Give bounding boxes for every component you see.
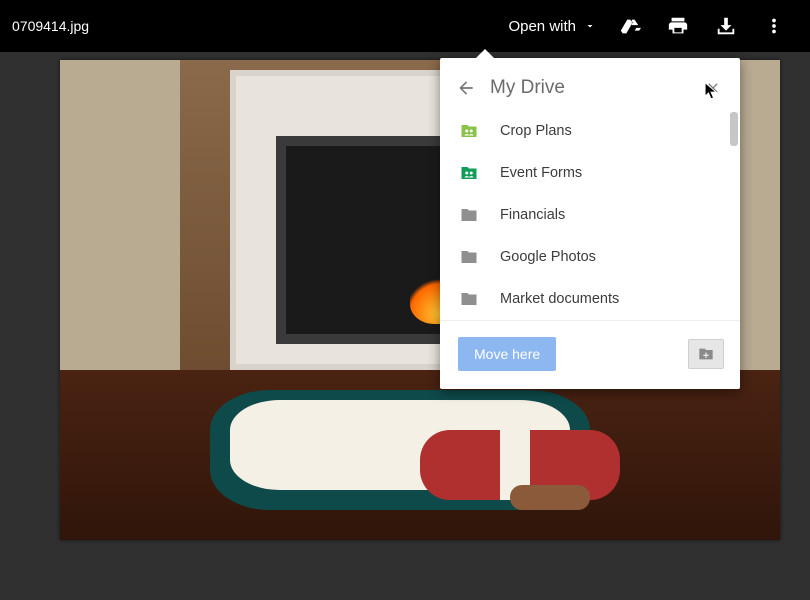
folder-label: Market documents bbox=[500, 291, 619, 307]
folder-row[interactable]: Crop Plans bbox=[440, 110, 730, 152]
more-actions-button[interactable] bbox=[750, 2, 798, 50]
move-here-button[interactable]: Move here bbox=[458, 337, 556, 371]
scrollbar-thumb[interactable] bbox=[730, 112, 738, 146]
new-folder-button[interactable] bbox=[688, 339, 724, 369]
back-button[interactable] bbox=[454, 76, 478, 100]
folder-icon bbox=[458, 206, 480, 224]
filename-label: 0709414.jpg bbox=[12, 18, 89, 34]
download-icon bbox=[715, 15, 737, 37]
more-vert-icon bbox=[763, 15, 785, 37]
open-with-label: Open with bbox=[508, 18, 576, 35]
folder-row[interactable]: Event Forms bbox=[440, 152, 730, 194]
folder-label: Google Photos bbox=[500, 249, 596, 265]
folder-label: Financials bbox=[500, 207, 565, 223]
popover-header: My Drive bbox=[440, 58, 740, 110]
arrow-left-icon bbox=[456, 78, 476, 98]
new-folder-icon bbox=[696, 346, 716, 362]
preview-topbar: 0709414.jpg Open with bbox=[0, 0, 810, 52]
chevron-down-icon bbox=[584, 20, 596, 32]
close-button[interactable] bbox=[702, 77, 724, 99]
wall-left bbox=[60, 60, 180, 380]
download-button[interactable] bbox=[702, 2, 750, 50]
add-to-drive-button[interactable] bbox=[606, 2, 654, 50]
folder-icon bbox=[458, 290, 480, 308]
move-to-popover: My Drive Crop Plans Event Forms Financials… bbox=[440, 58, 740, 389]
folder-row[interactable]: Google Photos bbox=[440, 236, 730, 278]
shared-folder-icon bbox=[458, 122, 480, 140]
folder-row[interactable]: Market documents bbox=[440, 278, 730, 320]
folder-label: Event Forms bbox=[500, 165, 582, 181]
popover-title: My Drive bbox=[490, 77, 702, 99]
folder-icon bbox=[458, 248, 480, 266]
folder-row[interactable]: Financials bbox=[440, 194, 730, 236]
folder-list[interactable]: Crop Plans Event Forms Financials Google Ph… bbox=[440, 110, 740, 320]
open-with-dropdown[interactable]: Open with bbox=[498, 10, 606, 43]
folder-label: Crop Plans bbox=[500, 123, 572, 139]
print-button[interactable] bbox=[654, 2, 702, 50]
add-to-drive-icon bbox=[619, 15, 641, 37]
popover-footer: Move here bbox=[440, 320, 740, 389]
dog-leg bbox=[510, 485, 590, 510]
close-icon bbox=[705, 80, 721, 96]
shared-folder-icon bbox=[458, 164, 480, 182]
wall-right bbox=[740, 60, 780, 380]
print-icon bbox=[667, 15, 689, 37]
